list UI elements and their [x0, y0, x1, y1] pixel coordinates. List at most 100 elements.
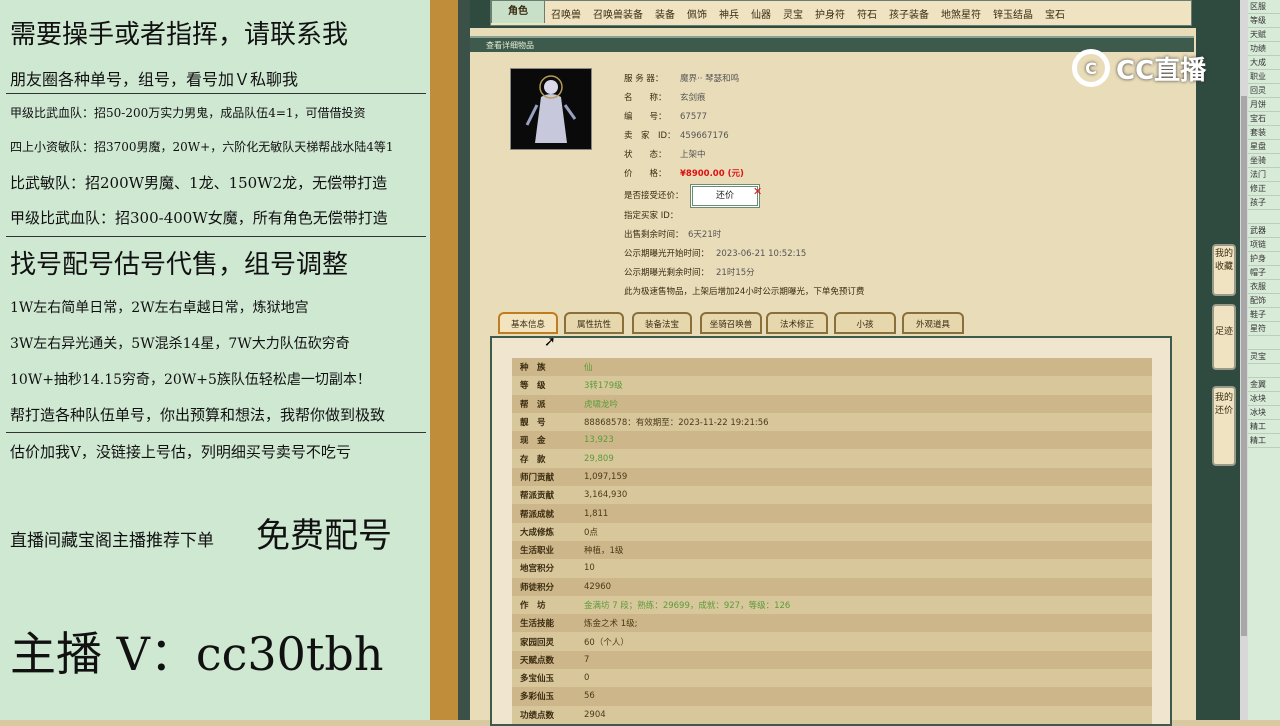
top-nav: 角色 召唤兽 召唤兽装备 装备 佩饰 神兵 仙器 灵宝 护身符 符石 孩子装备 … [470, 0, 1196, 28]
list-item[interactable]: 等级 [1248, 14, 1280, 28]
info-buyer: 指定买家 ID： [624, 209, 678, 221]
info-value: 上架中 [680, 150, 706, 160]
close-icon: ✕ [753, 185, 763, 198]
tab-rune[interactable]: 符石 [851, 6, 883, 21]
row-label: 靓 号 [520, 418, 546, 429]
list-item[interactable]: 月饼 [1248, 98, 1280, 112]
info-value: 2023-06-21 10:52:15 [716, 249, 807, 259]
list-item[interactable] [1248, 336, 1280, 350]
list-item[interactable]: 修正 [1248, 182, 1280, 196]
promo-line: 朋友圈各种单号，组号，看号加Ｖ私聊我 [10, 70, 299, 89]
list-item[interactable]: 区服 [1248, 0, 1280, 14]
list-item[interactable]: 武器 [1248, 224, 1280, 238]
subtab-equipment[interactable]: 装备法宝 [632, 312, 692, 334]
tab-child-equip[interactable]: 孩子装备 [883, 6, 935, 21]
my-favorites-button[interactable]: 我的收藏 [1212, 244, 1236, 296]
tab-summon-equip[interactable]: 召唤兽装备 [587, 6, 649, 21]
promo-line: 甲级比武血队：招50-200万实力男鬼，成品队伍4=1，可借借投资 [10, 106, 366, 120]
scrollbar[interactable] [1240, 0, 1248, 720]
row-label: 现 金 [520, 436, 546, 447]
tab-immortal-item[interactable]: 仙器 [745, 6, 777, 21]
tab-jade-crystal[interactable]: 锌玉结晶 [987, 6, 1039, 21]
tab-summon[interactable]: 召唤兽 [545, 6, 587, 21]
tab-gem[interactable]: 宝石 [1039, 6, 1071, 21]
tab-spirit-treasure[interactable]: 灵宝 [777, 6, 809, 21]
row-label: 多彩仙玉 [520, 692, 555, 703]
list-item[interactable]: 大成 [1248, 56, 1280, 70]
subtab-children[interactable]: 小孩 [834, 312, 896, 334]
table-row: 帮派成就 1,811 [512, 504, 1152, 523]
info-label: 卖 家 ID： [624, 131, 676, 141]
list-item[interactable]: 天赋 [1248, 28, 1280, 42]
subtab-mounts[interactable]: 坐骑召唤兽 [700, 312, 762, 334]
row-value: 56 [584, 691, 595, 702]
info-remaining: 出售剩余时间： 6天21时 [624, 228, 721, 240]
tab-star-rune[interactable]: 地煞星符 [935, 6, 987, 21]
promo-line: 10W+抽秒14.15穷奇，20W+5族队伍轻松虐一切副本！ [10, 372, 371, 388]
subtab-attributes[interactable]: 属性抗性 [564, 312, 624, 334]
row-value: 60（个人） [584, 637, 629, 648]
list-item[interactable]: 星符 [1248, 322, 1280, 336]
my-counter-offers-button[interactable]: 我的还价 [1212, 386, 1236, 466]
list-item[interactable]: 回灵 [1248, 84, 1280, 98]
list-item[interactable]: 金翼 [1248, 378, 1280, 392]
tab-amulet[interactable]: 护身符 [809, 6, 851, 21]
row-label: 帮 派 [520, 399, 546, 410]
row-value: 1,811 [584, 508, 609, 519]
basic-info-panel: 种 族 仙 等 级 3转179级 帮 派 虎啸龙吟 靓 号 88868578：有效期至：… [490, 336, 1172, 726]
subtab-appearance[interactable]: 外观道具 [902, 312, 964, 334]
list-item[interactable]: 套装 [1248, 126, 1280, 140]
scrollbar-thumb[interactable] [1241, 96, 1247, 636]
subtab-spell-mods[interactable]: 法术修正 [766, 312, 828, 334]
tab-equip[interactable]: 装备 [649, 6, 681, 21]
info-seller: 卖 家 ID： 459667176 [624, 129, 729, 141]
row-label: 等 级 [520, 381, 546, 392]
tab-role[interactable]: 角色 [491, 0, 545, 23]
list-item[interactable]: 星盘 [1248, 140, 1280, 154]
info-label: 公示期曝光剩余时间： [624, 268, 710, 278]
promo-line: 帮打造各种队伍单号，你出预算和想法，我帮你做到极致 [10, 406, 386, 424]
row-value: 仙 [584, 363, 593, 374]
list-item[interactable]: 鞋子 [1248, 308, 1280, 322]
list-item[interactable]: 宝石 [1248, 112, 1280, 126]
info-value: 459667176 [680, 131, 729, 141]
list-item[interactable]: 配饰 [1248, 294, 1280, 308]
info-label: 公示期曝光开始时间： [624, 249, 710, 259]
list-item[interactable]: 精工 [1248, 420, 1280, 434]
list-item[interactable]: 精工 [1248, 434, 1280, 448]
table-row: 多彩仙玉 56 [512, 687, 1152, 706]
list-item[interactable]: 法门 [1248, 168, 1280, 182]
list-item[interactable]: 职业 [1248, 70, 1280, 84]
table-row: 帮 派 虎啸龙吟 [512, 394, 1152, 413]
list-item[interactable]: 帽子 [1248, 266, 1280, 280]
list-item[interactable]: 护身 [1248, 252, 1280, 266]
row-label: 帮派成就 [520, 509, 555, 520]
promo-highlight: 免费配号 [256, 516, 392, 556]
list-item[interactable]: 冰块 [1248, 392, 1280, 406]
list-item[interactable] [1248, 210, 1280, 224]
info-value: 魔界·· 琴瑟和鸣 [680, 74, 740, 84]
list-item[interactable] [1248, 364, 1280, 378]
list-item[interactable]: 孩子 [1248, 196, 1280, 210]
attribute-table: 种 族 仙 等 级 3转179级 帮 派 虎啸龙吟 靓 号 88868578：有效期至：… [512, 358, 1152, 724]
row-label: 天赋点数 [520, 655, 555, 666]
footprint-button[interactable]: 足迹 [1212, 304, 1236, 370]
tab-divine-weapon[interactable]: 神兵 [713, 6, 745, 21]
table-row: 地宫积分 10 [512, 559, 1152, 578]
subtab-basic-info[interactable]: 基本信息 [498, 312, 558, 334]
promo-line: 直播间藏宝阁主播推荐下单 [10, 531, 214, 551]
row-label: 地宫积分 [520, 564, 555, 575]
tab-accessory[interactable]: 佩饰 [681, 6, 713, 21]
info-status: 状 态： 上架中 [624, 148, 706, 160]
row-label: 功绩点数 [520, 710, 555, 721]
list-item[interactable]: 衣服 [1248, 280, 1280, 294]
row-value: 2904 [584, 709, 606, 720]
counter-offer-button[interactable]: 还价 [690, 184, 760, 208]
list-item[interactable]: 项链 [1248, 238, 1280, 252]
list-item[interactable]: 冰块 [1248, 406, 1280, 420]
list-item[interactable]: 坐骑 [1248, 154, 1280, 168]
frame-border [430, 0, 460, 720]
list-item[interactable]: 功绩 [1248, 42, 1280, 56]
list-item[interactable]: 灵宝 [1248, 350, 1280, 364]
streamer-contact: 主播 V：cc30tbh [10, 627, 384, 681]
